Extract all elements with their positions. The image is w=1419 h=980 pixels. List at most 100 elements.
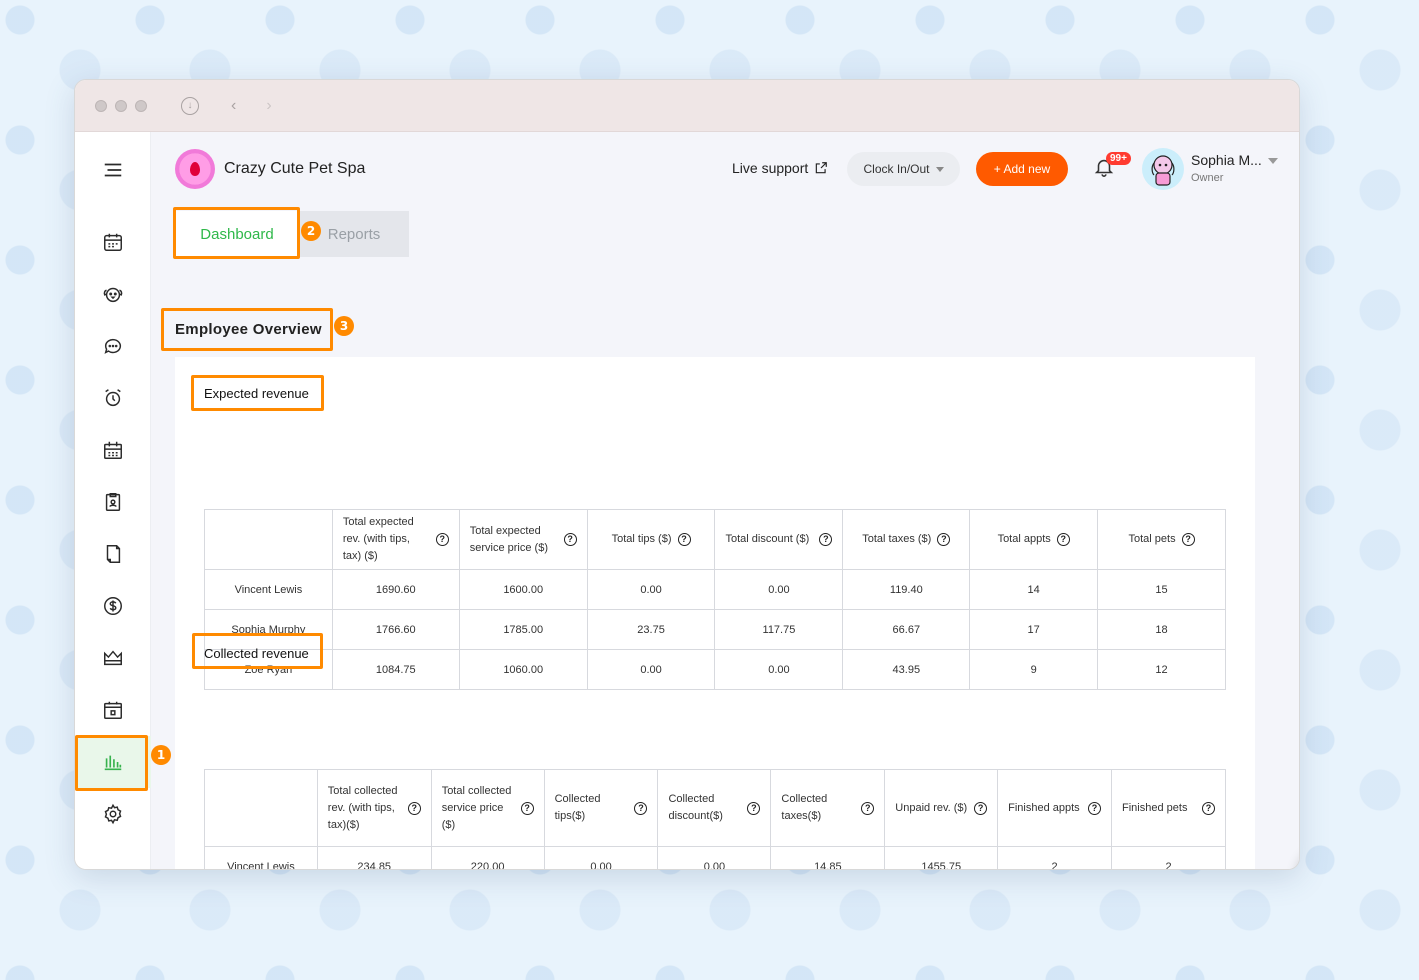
- help-icon[interactable]: ?: [819, 533, 833, 546]
- header-cell-employee: [204, 509, 333, 570]
- caret-down-icon: [935, 166, 944, 172]
- header-cell: Collected discount($)?: [657, 769, 772, 847]
- table-cell: 14.85: [770, 846, 886, 869]
- help-icon[interactable]: ?: [435, 533, 449, 546]
- add-new-button[interactable]: + Add new: [976, 152, 1068, 186]
- user-role: Owner: [1191, 172, 1224, 184]
- table-cell: 1690.60: [331, 569, 460, 610]
- chart-icon[interactable]: [75, 736, 151, 788]
- avatar[interactable]: [1142, 148, 1184, 190]
- window-zoom-dot[interactable]: [135, 99, 147, 112]
- clock-in-out-button[interactable]: Clock In/Out: [847, 152, 960, 186]
- help-icon[interactable]: ?: [861, 801, 875, 815]
- menu-icon[interactable]: [75, 144, 151, 196]
- table-cell: 2: [997, 846, 1113, 869]
- expected-rows: Vincent Lewis 1690.60 1600.00 0.00 0.00 119.4…: [204, 569, 1226, 690]
- help-icon[interactable]: ?: [634, 801, 648, 815]
- business-logo: [175, 149, 215, 189]
- table-cell: 66.67: [842, 609, 971, 650]
- header-cell: Total discount ($)?: [714, 509, 844, 570]
- live-support-link[interactable]: Live support: [732, 160, 828, 176]
- header-cell: Total expected service price ($)?: [458, 509, 588, 570]
- table-cell: 1785.00: [458, 609, 588, 650]
- help-icon[interactable]: ?: [1202, 801, 1215, 815]
- callout-badge: 1: [151, 745, 171, 765]
- main-content: Crazy Cute Pet Spa Live support Clock In…: [151, 132, 1299, 869]
- header-cell: Finished appts?: [997, 769, 1113, 847]
- section-title: Employee Overview: [175, 321, 322, 338]
- table-cell: 12: [1097, 649, 1226, 690]
- table-header-row: Total collected rev. (with tips, tax)($)…: [204, 769, 1226, 847]
- header-cell: Collected tips($)?: [543, 769, 659, 847]
- header-cell: Total taxes ($)?: [842, 509, 971, 570]
- title-bar: ↓ ‹ ›: [75, 80, 1299, 132]
- chevron-right-icon[interactable]: ›: [266, 97, 271, 115]
- help-icon[interactable]: ?: [563, 533, 577, 546]
- top-header: Crazy Cute Pet Spa Live support Clock In…: [151, 132, 1299, 208]
- caret-down-icon[interactable]: [1268, 158, 1278, 164]
- header-cell: Total tips ($)?: [586, 509, 716, 570]
- window-minimize-dot[interactable]: [115, 99, 127, 112]
- table-cell: 1084.75: [331, 649, 460, 690]
- table-cell: 117.75: [714, 609, 844, 650]
- help-icon[interactable]: ?: [1181, 533, 1195, 546]
- table-row: Sophia Murphy 1766.60 1785.00 23.75 117.75 66…: [204, 609, 1226, 650]
- gear-icon[interactable]: [75, 788, 151, 840]
- header-cell: Unpaid rev. ($)?: [884, 769, 999, 847]
- help-icon[interactable]: ?: [520, 801, 534, 815]
- header-cell: Total appts?: [969, 509, 1099, 570]
- table-cell: 1060.00: [458, 649, 588, 690]
- chat-widget-button[interactable]: [1297, 843, 1299, 869]
- crown-icon[interactable]: [75, 632, 151, 684]
- document-icon[interactable]: [75, 528, 151, 580]
- header-cell: Total collected rev. (with tips, tax)($)…: [316, 769, 432, 847]
- help-icon[interactable]: ?: [1056, 533, 1070, 546]
- table-cell: 0.00: [657, 846, 772, 869]
- header-cell: Collected taxes($)?: [770, 769, 886, 847]
- employee-name-cell: Vincent Lewis: [204, 569, 333, 610]
- sidebar: [75, 132, 151, 869]
- help-icon[interactable]: ?: [407, 801, 421, 815]
- help-icon[interactable]: ?: [1088, 801, 1102, 815]
- download-icon[interactable]: ↓: [181, 96, 199, 115]
- header-cell-employee: [204, 769, 318, 847]
- gift-calendar-icon[interactable]: [75, 684, 151, 736]
- alarm-icon[interactable]: [75, 372, 151, 424]
- callout-badge: 2: [301, 221, 321, 241]
- clock-in-out-label: Clock In/Out: [863, 162, 930, 176]
- schedule-icon[interactable]: [75, 424, 151, 476]
- live-support-label: Live support: [732, 160, 809, 176]
- callout-badge: 3: [334, 316, 354, 336]
- header-cell: Total expected rev. (with tips, tax) ($)…: [331, 509, 460, 570]
- chevron-left-icon[interactable]: ‹: [231, 97, 236, 115]
- table-cell: 9: [969, 649, 1099, 690]
- table-cell: 43.95: [842, 649, 971, 690]
- chat-icon[interactable]: [75, 320, 151, 372]
- dollar-icon[interactable]: [75, 580, 151, 632]
- user-name[interactable]: Sophia M...: [1191, 152, 1262, 168]
- table-row: Vincent Lewis 1690.60 1600.00 0.00 0.00 119.4…: [204, 569, 1226, 610]
- table-cell: 1766.60: [331, 609, 460, 650]
- table-cell: 18: [1097, 609, 1226, 650]
- calendar-icon[interactable]: [75, 216, 151, 268]
- help-icon[interactable]: ?: [677, 533, 691, 546]
- header-cell: Total pets?: [1097, 509, 1226, 570]
- table-cell: 1600.00: [458, 569, 588, 610]
- browser-window: ↓ ‹ › Crazy Cute Pet Spa Live support Cl…: [74, 79, 1300, 870]
- pet-icon[interactable]: [75, 268, 151, 320]
- window-close-dot[interactable]: [95, 99, 107, 112]
- tab-dashboard[interactable]: Dashboard: [175, 211, 299, 257]
- help-icon[interactable]: ?: [974, 801, 988, 815]
- table-cell: 15: [1097, 569, 1226, 610]
- external-link-icon: [816, 162, 828, 174]
- clipboard-icon[interactable]: [75, 476, 151, 528]
- table-cell: 23.75: [586, 609, 716, 650]
- table-cell: 0.00: [586, 569, 716, 610]
- table-cell: 0.00: [586, 649, 716, 690]
- table-row: Vincent Lewis 234.85 220.00 0.00 0.00 14.85 14…: [204, 846, 1226, 869]
- help-icon[interactable]: ?: [937, 533, 951, 546]
- expected-revenue-title: Expected revenue: [204, 386, 309, 401]
- help-icon[interactable]: ?: [747, 801, 761, 815]
- header-cell: Finished pets?: [1111, 769, 1226, 847]
- notification-badge: 99+: [1106, 152, 1131, 165]
